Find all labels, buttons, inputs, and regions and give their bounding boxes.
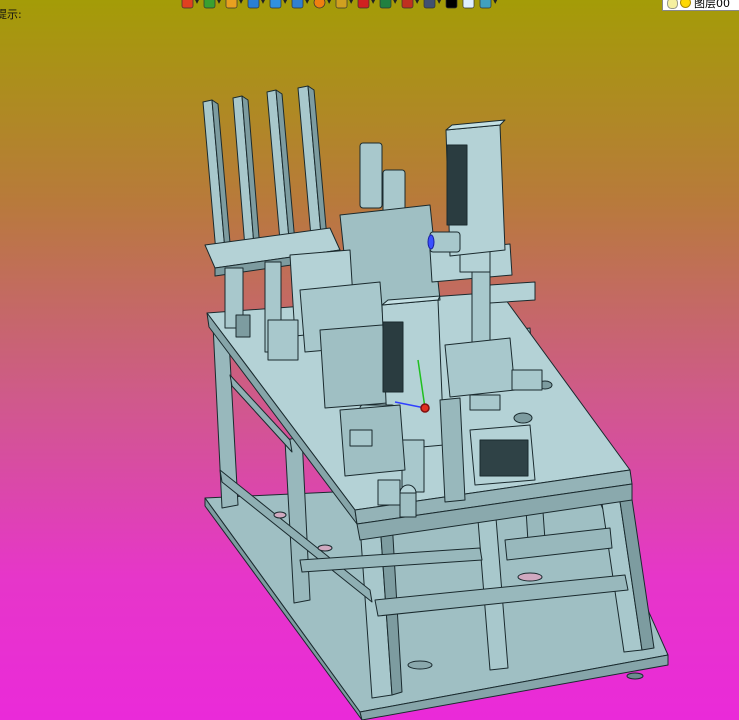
sketch-button[interactable]: ▾ <box>224 0 244 10</box>
surface-button[interactable]: ▾ <box>268 0 288 10</box>
color-swatch-icon <box>445 0 458 8</box>
solid-box-icon <box>247 0 260 8</box>
cad-3d-viewport[interactable]: 提示: ▾ ▾ ▾ ▾ ▾ ▾ ▾ ▾ ▾ ▾ ▾ ▾ ▾ 图层00 <box>0 0 739 720</box>
view-icon <box>335 0 348 8</box>
import-button[interactable]: ▾ <box>180 0 200 10</box>
render-button[interactable]: ▾ <box>312 0 332 10</box>
dropdown-arrow-icon[interactable]: ▾ <box>217 0 221 6</box>
view-button[interactable]: ▾ <box>334 0 354 10</box>
layer-name: 图层00 <box>694 0 730 10</box>
curve-button[interactable]: ▾ <box>202 0 222 10</box>
surface-icon <box>269 0 282 8</box>
light-bulb-icon[interactable] <box>667 0 678 9</box>
dropdown-arrow-icon[interactable]: ▾ <box>283 0 287 6</box>
layer-visible-icon[interactable] <box>680 0 691 8</box>
sketch-icon <box>225 0 238 8</box>
render-icon <box>313 0 326 8</box>
dropdown-arrow-icon[interactable]: ▾ <box>327 0 331 6</box>
color-swatch-button[interactable] <box>444 0 459 10</box>
display-icon <box>423 0 436 8</box>
blank-sheet-button[interactable] <box>461 0 476 10</box>
move-button[interactable]: ▾ <box>356 0 376 10</box>
machine-assembly-model[interactable] <box>0 0 739 720</box>
main-toolbar: ▾ ▾ ▾ ▾ ▾ ▾ ▾ ▾ ▾ ▾ ▾ ▾ ▾ <box>180 0 498 10</box>
curve-icon <box>203 0 216 8</box>
dropdown-arrow-icon[interactable]: ▾ <box>239 0 243 6</box>
dropdown-arrow-icon[interactable]: ▾ <box>493 0 497 6</box>
face-icon <box>291 0 304 8</box>
display-button[interactable]: ▾ <box>422 0 442 10</box>
import-icon <box>181 0 194 8</box>
layers-icon <box>479 0 492 8</box>
dropdown-arrow-icon[interactable]: ▾ <box>349 0 353 6</box>
snap-icon <box>401 0 414 8</box>
solid-box-button[interactable]: ▾ <box>246 0 266 10</box>
status-hint-text: 提示: <box>0 8 22 21</box>
snap-button[interactable]: ▾ <box>400 0 420 10</box>
dropdown-arrow-icon[interactable]: ▾ <box>305 0 309 6</box>
move-icon <box>357 0 370 8</box>
measure-button[interactable]: ▾ <box>378 0 398 10</box>
dropdown-arrow-icon[interactable]: ▾ <box>415 0 419 6</box>
dropdown-arrow-icon[interactable]: ▾ <box>371 0 375 6</box>
layer-selector[interactable]: 图层00 <box>662 0 739 11</box>
blank-sheet-icon <box>462 0 475 8</box>
dropdown-arrow-icon[interactable]: ▾ <box>195 0 199 6</box>
dropdown-arrow-icon[interactable]: ▾ <box>437 0 441 6</box>
layers-button[interactable]: ▾ <box>478 0 498 10</box>
dropdown-arrow-icon[interactable]: ▾ <box>393 0 397 6</box>
face-button[interactable]: ▾ <box>290 0 310 10</box>
dropdown-arrow-icon[interactable]: ▾ <box>261 0 265 6</box>
measure-icon <box>379 0 392 8</box>
